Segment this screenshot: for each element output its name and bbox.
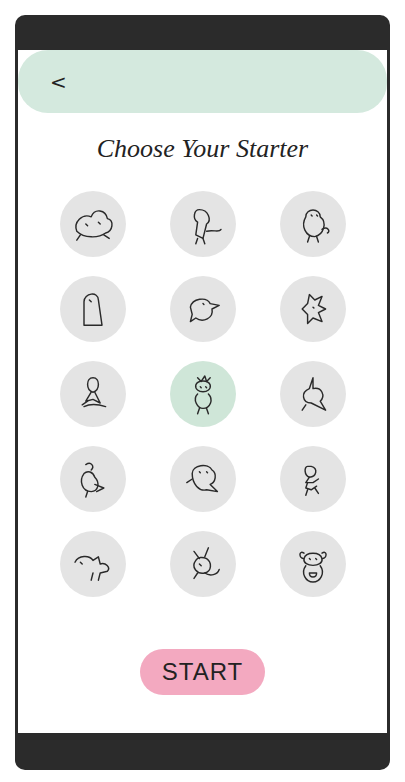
creature-icon <box>176 282 230 336</box>
creature-icon <box>176 452 230 506</box>
starter-option[interactable] <box>60 276 126 342</box>
starter-option[interactable] <box>170 276 236 342</box>
creature-icon <box>176 367 230 421</box>
starter-option[interactable] <box>170 531 236 597</box>
creature-icon <box>66 367 120 421</box>
page: < Choose Your Starter START <box>0 0 405 782</box>
starter-option[interactable] <box>60 531 126 597</box>
creature-icon <box>66 537 120 591</box>
start-button[interactable]: START <box>140 649 265 695</box>
creature-icon <box>286 537 340 591</box>
starter-option[interactable] <box>280 191 346 257</box>
creature-icon <box>286 197 340 251</box>
creature-icon <box>286 282 340 336</box>
creature-icon <box>286 367 340 421</box>
creature-icon <box>176 197 230 251</box>
starter-option[interactable] <box>280 276 346 342</box>
starter-option[interactable] <box>170 191 236 257</box>
creature-icon <box>66 282 120 336</box>
creature-icon <box>286 452 340 506</box>
creature-icon <box>176 537 230 591</box>
creature-icon <box>66 452 120 506</box>
navigation-bar <box>15 733 390 770</box>
starter-option[interactable] <box>170 361 236 427</box>
starter-option[interactable] <box>280 361 346 427</box>
starter-option[interactable] <box>60 361 126 427</box>
starter-option[interactable] <box>280 446 346 512</box>
status-bar <box>15 15 390 50</box>
header-bar: < <box>18 50 387 113</box>
starter-option[interactable] <box>60 191 126 257</box>
starter-grid <box>60 191 346 597</box>
starter-option[interactable] <box>170 446 236 512</box>
starter-option[interactable] <box>60 446 126 512</box>
creature-icon <box>66 197 120 251</box>
back-button[interactable]: < <box>46 66 71 98</box>
starter-option[interactable] <box>280 531 346 597</box>
page-title: Choose Your Starter <box>97 133 308 165</box>
phone-frame: < Choose Your Starter START <box>15 15 390 770</box>
screen: < Choose Your Starter START <box>18 50 387 733</box>
